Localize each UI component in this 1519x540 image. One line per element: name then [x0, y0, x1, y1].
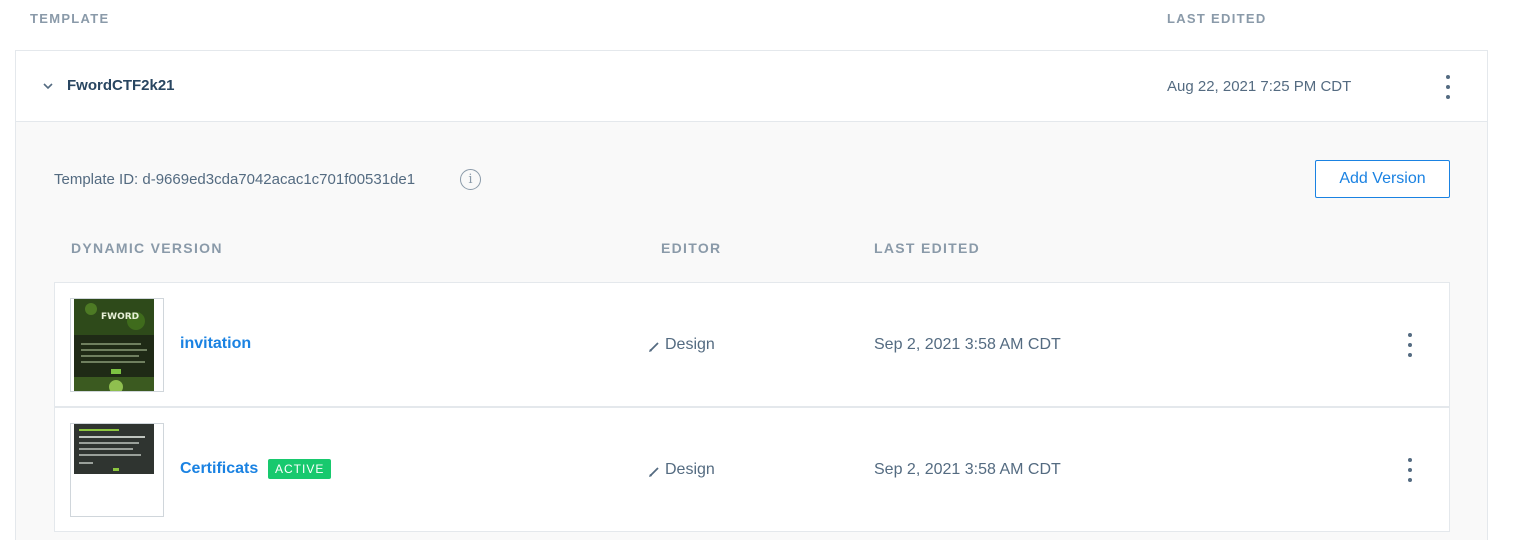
pencil-icon [649, 467, 659, 477]
version-row-certificats[interactable]: Certificats ACTIVE Design Sep 2, 2021 3:… [54, 407, 1450, 532]
version-name[interactable]: invitation [180, 335, 251, 353]
active-badge: ACTIVE [268, 459, 332, 479]
chevron-down-icon[interactable] [41, 79, 55, 93]
version-last-edited: Sep 2, 2021 3:58 AM CDT [874, 336, 1061, 353]
version-editor: Design [665, 336, 715, 353]
version-last-edited: Sep 2, 2021 3:58 AM CDT [874, 461, 1061, 478]
add-version-button[interactable]: Add Version [1315, 160, 1450, 198]
info-icon[interactable]: i [460, 169, 481, 190]
editor-column-header: EDITOR [661, 240, 722, 256]
dynamic-version-column-header: DYNAMIC VERSION [71, 240, 223, 256]
template-row[interactable]: FwordCTF2k21 Aug 22, 2021 7:25 PM CDT [16, 51, 1487, 122]
version-row-invitation[interactable]: FWORD invitation Design Sep 2, 2021 3:58… [54, 282, 1450, 407]
version-menu-icon[interactable] [1400, 455, 1420, 485]
pencil-icon [649, 342, 659, 352]
svg-text:FWORD: FWORD [101, 312, 139, 322]
template-column-header: TEMPLATE [30, 11, 110, 26]
template-name[interactable]: FwordCTF2k21 [67, 77, 175, 94]
template-id: Template ID: d-9669ed3cda7042acac1c701f0… [54, 171, 416, 188]
version-name[interactable]: Certificats [180, 460, 258, 478]
template-menu-icon[interactable] [1438, 72, 1458, 102]
version-thumbnail[interactable]: FWORD [70, 298, 164, 392]
version-thumbnail[interactable] [70, 423, 164, 517]
last-edited-column-header: LAST EDITED [1167, 11, 1267, 26]
version-last-edited-column-header: LAST EDITED [874, 240, 981, 256]
version-menu-icon[interactable] [1400, 330, 1420, 360]
template-card: FwordCTF2k21 Aug 22, 2021 7:25 PM CDT Te… [15, 50, 1488, 540]
template-last-edited: Aug 22, 2021 7:25 PM CDT [1167, 78, 1352, 95]
version-editor: Design [665, 461, 715, 478]
